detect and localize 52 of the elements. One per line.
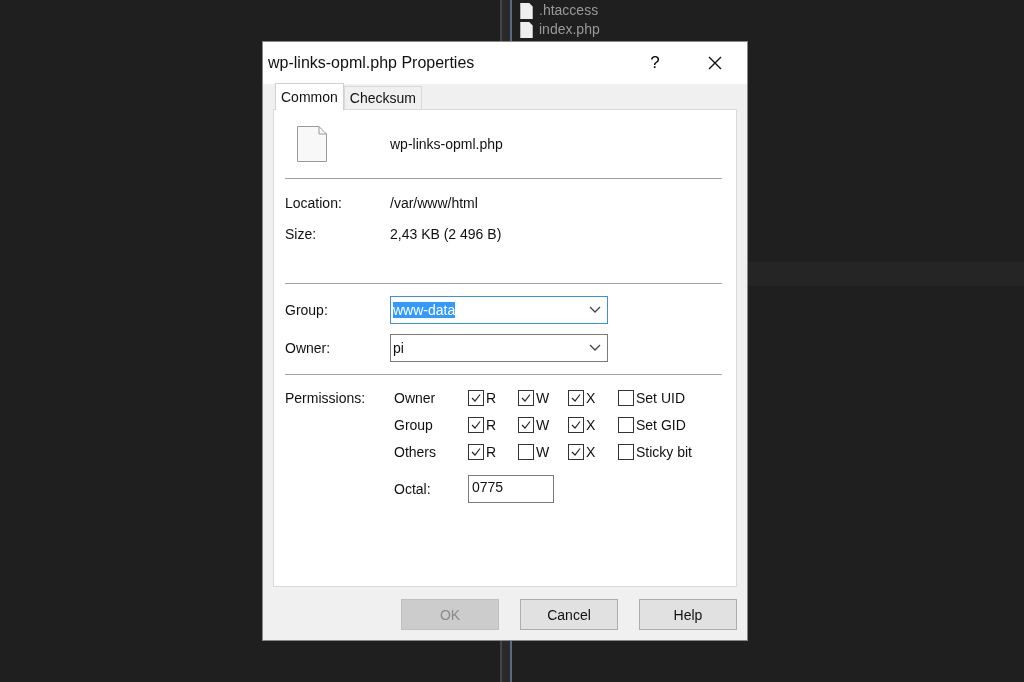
checkbox-label: R [486,390,497,406]
checkbox-label: R [486,444,497,460]
help-button[interactable]: ? [635,42,675,84]
field-label: Octal: [394,481,432,497]
checkbox[interactable] [618,417,634,433]
checkbox-label: Sticky bit [636,444,692,460]
window-title: wp-links-opml.php Properties [268,54,476,72]
file-name[interactable]: index.php [539,21,600,38]
checkbox-label: X [586,444,596,460]
file-name[interactable]: .htaccess [539,2,599,19]
row-label: Owner [394,390,437,406]
checkbox-label: W [536,417,550,433]
dialog-button[interactable]: Help [639,599,737,630]
file-icon [297,126,327,162]
checkbox[interactable] [568,390,584,406]
file-icon [520,2,533,19]
checkbox[interactable] [568,417,584,433]
checkbox[interactable] [618,390,634,406]
row-label: Group [394,417,434,433]
caret-icon [589,306,601,314]
file-icon [520,21,533,38]
checkbox-label: W [536,390,550,406]
octal-field[interactable]: 0775 [468,475,554,503]
checkbox[interactable] [518,390,534,406]
checkbox[interactable] [568,444,584,460]
field-label: Size: [285,225,318,242]
checkbox[interactable] [468,390,484,406]
checkbox-label: Set UID [636,390,685,406]
field-label: Owner: [285,340,332,356]
field-label: Permissions: [285,390,367,408]
checkbox-label: X [586,390,596,406]
row-label: Others [394,444,437,460]
field-label: Group: [285,302,329,318]
checkbox[interactable] [468,444,484,460]
dropdown[interactable]: pi [390,334,608,362]
field-value: /var/www/html [390,194,478,211]
caret-icon [589,344,601,352]
field-value: 2,43 KB (2 496 B) [390,225,502,242]
file-name: wp-links-opml.php [390,136,503,152]
checkbox-label: W [536,444,550,460]
checkbox[interactable] [518,417,534,433]
checkbox-label: X [586,417,596,433]
tab[interactable]: Common [275,83,344,110]
checkbox[interactable] [468,417,484,433]
checkbox[interactable] [518,444,534,460]
close-icon [707,55,723,71]
field-label: Location: [285,194,343,211]
checkbox-label: Set GID [636,417,686,433]
tab[interactable]: Checksum [343,86,422,109]
checkbox-label: R [486,417,497,433]
dialog-button[interactable]: Cancel [520,599,618,630]
checkbox[interactable] [618,444,634,460]
